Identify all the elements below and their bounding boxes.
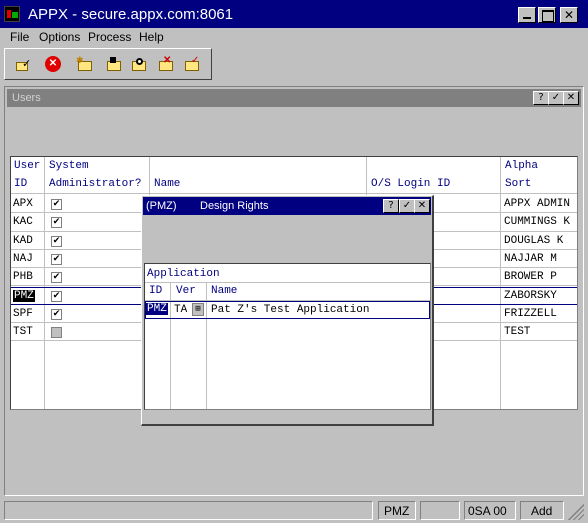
alpha-sort-cell[interactable]: NAJJAR M — [504, 253, 557, 265]
maximize-icon[interactable] — [538, 7, 556, 23]
user-id-cell[interactable]: TST — [13, 326, 33, 338]
remove-record-icon[interactable]: ✓ — [183, 55, 201, 71]
user-id-cell[interactable]: PHB — [13, 271, 33, 283]
dialog-close-icon[interactable]: ✕ — [414, 199, 430, 213]
resize-grip-icon[interactable] — [568, 504, 584, 520]
toolbar: ✓ ✕ ✱ ✕ ✓ — [4, 48, 212, 80]
header-alpha-2: Sort — [505, 178, 532, 190]
status-blank — [420, 501, 460, 520]
design-rights-section: Application — [147, 268, 220, 280]
delete-record-icon[interactable]: ✕ — [157, 55, 175, 71]
status-user-text: PMZ — [384, 504, 410, 518]
dr-row-id[interactable]: PMZ — [146, 303, 168, 315]
header-alpha-1: Alpha — [505, 160, 539, 172]
menu-help[interactable]: Help — [139, 30, 164, 44]
dr-row-name[interactable]: Pat Z's Test Application — [211, 304, 369, 316]
menu-file[interactable]: File — [10, 30, 29, 44]
users-frame-title: Users — [12, 92, 41, 104]
design-rights-title: Design Rights — [200, 200, 269, 212]
sysadmin-checkbox[interactable] — [51, 327, 62, 339]
status-database: 0SA 00 — [464, 501, 516, 520]
dialog-help-icon[interactable]: ? — [383, 199, 399, 213]
design-rights-titlebar: (PMZ) Design Rights ? ✓ ✕ — [143, 197, 431, 215]
menu-options[interactable]: Options — [39, 30, 80, 44]
alpha-sort-cell[interactable]: CUMMINGS K — [504, 216, 570, 228]
dr-row-ver[interactable]: TA — [174, 304, 187, 316]
dialog-accept-icon[interactable]: ✓ — [399, 199, 415, 213]
user-id-cell[interactable]: APX — [13, 198, 33, 210]
header-user-id-1: User — [14, 160, 41, 172]
appx-logo-icon — [4, 6, 20, 22]
header-sysadmin-1: System — [49, 160, 89, 172]
sysadmin-checkbox[interactable]: ✔ — [51, 272, 62, 284]
alpha-sort-cell[interactable]: BROWER P — [504, 271, 557, 283]
close-frame-icon[interactable]: ✕ — [563, 91, 579, 105]
inquire-record-icon[interactable] — [130, 57, 148, 71]
header-name: Name — [154, 178, 181, 190]
menu-bar: File Options Process Help — [0, 28, 588, 46]
design-rights-dialog: (PMZ) Design Rights ? ✓ ✕ Application ID… — [141, 195, 434, 426]
status-database-text: 0SA 00 — [468, 504, 507, 518]
sysadmin-checkbox[interactable]: ✔ — [51, 253, 62, 265]
alpha-sort-cell[interactable]: ZABORSKY — [504, 290, 557, 302]
status-mode: Add — [520, 501, 564, 520]
design-rights-user: (PMZ) — [146, 200, 177, 212]
user-id-cell[interactable]: KAC — [13, 216, 33, 228]
sysadmin-checkbox[interactable]: ✔ — [51, 199, 62, 210]
help-icon[interactable]: ? — [533, 91, 549, 105]
sysadmin-checkbox[interactable]: ✔ — [51, 308, 62, 320]
sysadmin-checkbox[interactable]: ✔ — [51, 235, 62, 247]
user-id-cell[interactable]: KAD — [13, 235, 33, 247]
lookup-icon[interactable]: ⊞ — [192, 303, 204, 316]
dr-header-ver: Ver — [176, 285, 196, 297]
accept-icon[interactable]: ✓ — [548, 91, 564, 105]
cancel-icon[interactable]: ✕ — [45, 56, 61, 72]
user-id-cell[interactable]: NAJ — [13, 253, 33, 265]
design-rights-table: Application ID Ver Name PMZ TA ⊞ Pat Z's… — [144, 263, 431, 410]
alpha-sort-cell[interactable]: APPX ADMIN — [504, 198, 570, 210]
status-bar: PMZ 0SA 00 Add — [0, 498, 588, 523]
sysadmin-checkbox[interactable]: ✔ — [51, 290, 62, 302]
alpha-sort-cell[interactable]: DOUGLAS K — [504, 235, 563, 247]
menu-process[interactable]: Process — [88, 30, 131, 44]
minimize-icon[interactable] — [518, 7, 536, 23]
user-id-cell[interactable]: SPF — [13, 308, 33, 320]
header-os-login: O/S Login ID — [371, 178, 451, 190]
status-user: PMZ — [378, 501, 416, 520]
add-record-icon[interactable]: ✱ — [76, 55, 94, 71]
status-mode-text: Add — [531, 504, 553, 518]
dr-header-id: ID — [149, 285, 163, 297]
window-title: APPX - secure.appx.com:8061 — [28, 6, 234, 23]
title-bar: APPX - secure.appx.com:8061 ✕ — [0, 0, 588, 28]
close-icon[interactable]: ✕ — [560, 7, 578, 23]
alpha-sort-cell[interactable]: FRIZZELL — [504, 308, 557, 320]
dr-header-name: Name — [211, 285, 238, 297]
header-sysadmin-2: Administrator? — [49, 178, 142, 190]
user-id-cell[interactable]: PMZ — [13, 289, 35, 302]
users-frame-titlebar: Users ? ✓ ✕ — [7, 89, 581, 107]
header-user-id-2: ID — [14, 178, 28, 190]
alpha-sort-cell[interactable]: TEST — [504, 326, 530, 338]
sysadmin-checkbox[interactable]: ✔ — [51, 217, 62, 229]
status-message — [4, 501, 373, 520]
change-record-icon[interactable] — [105, 57, 123, 71]
ok-icon[interactable]: ✓ — [16, 57, 32, 71]
